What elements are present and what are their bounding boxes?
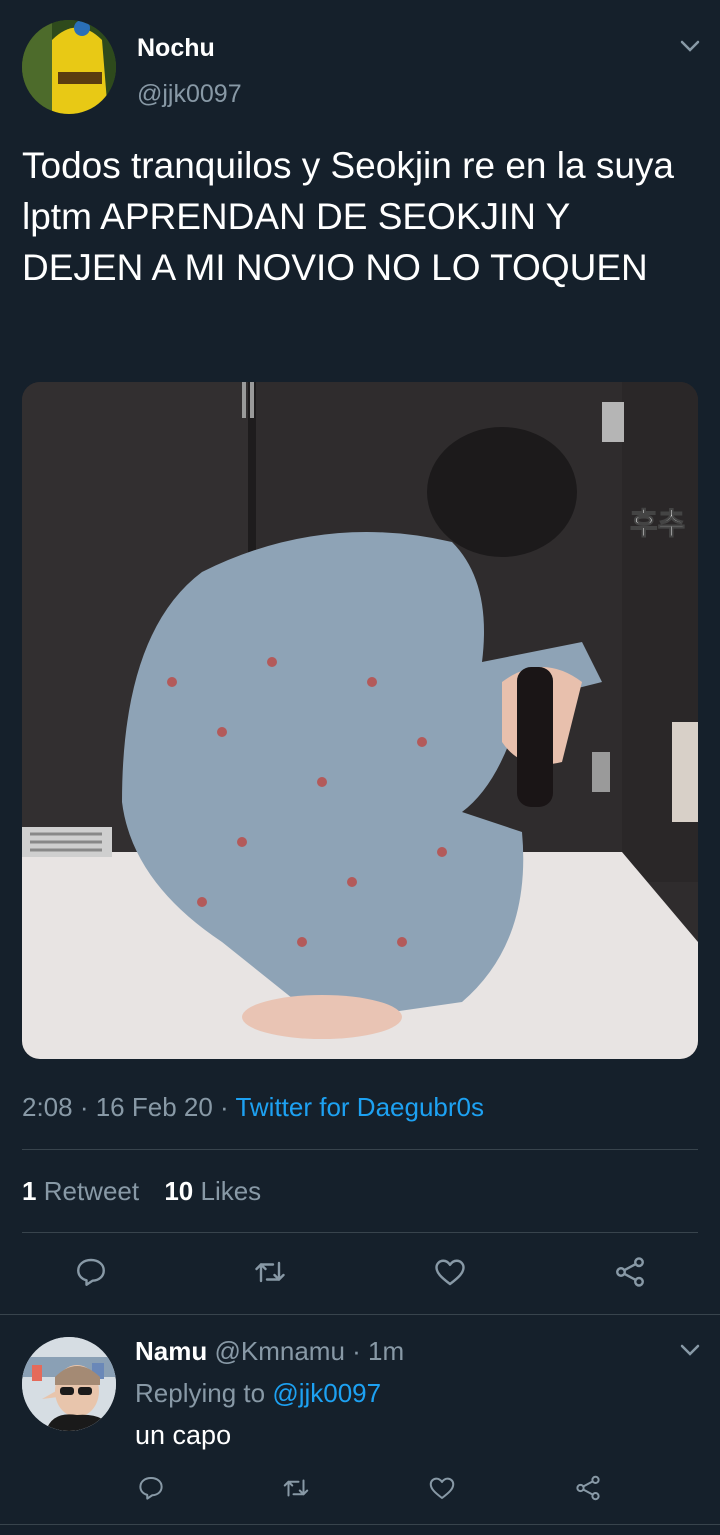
share-icon[interactable] bbox=[612, 1254, 648, 1290]
retweet-icon[interactable] bbox=[252, 1254, 288, 1290]
chevron-down-icon[interactable] bbox=[677, 1340, 703, 1360]
divider bbox=[0, 1314, 720, 1315]
tweet-media-image[interactable]: 후추 bbox=[22, 382, 698, 1059]
like-stat[interactable]: 10 Likes bbox=[164, 1176, 261, 1206]
author-avatar[interactable] bbox=[22, 20, 116, 114]
replying-to-handle[interactable]: @jjk0097 bbox=[272, 1378, 381, 1408]
retweet-label: Retweet bbox=[43, 1176, 140, 1206]
author-name[interactable]: Nochu bbox=[137, 34, 215, 63]
media-caption: 후추 bbox=[630, 507, 685, 542]
tweet-date: 16 Feb 20 bbox=[95, 1092, 213, 1122]
reply-author-name[interactable]: Namu bbox=[135, 1336, 207, 1366]
replying-prefix: Replying to bbox=[135, 1378, 266, 1408]
reply-text: un capo bbox=[135, 1420, 232, 1450]
share-icon[interactable] bbox=[573, 1473, 603, 1503]
tweet-time: 2:08 bbox=[22, 1092, 73, 1122]
reply-header: Namu @Kmnamu · 1m bbox=[135, 1336, 405, 1366]
reply-author-handle[interactable]: @Kmnamu bbox=[214, 1336, 344, 1366]
like-icon[interactable] bbox=[432, 1254, 468, 1290]
divider bbox=[0, 1524, 720, 1525]
reply-icon[interactable] bbox=[136, 1473, 166, 1503]
like-count: 10 bbox=[164, 1176, 194, 1206]
like-label: Likes bbox=[200, 1176, 262, 1206]
divider bbox=[22, 1232, 698, 1233]
author-handle[interactable]: @jjk0097 bbox=[137, 80, 242, 109]
reply-icon[interactable] bbox=[73, 1254, 109, 1290]
reply-age: 1m bbox=[368, 1336, 405, 1366]
tweet-text: Todos tranquilos y Seokjin re en la suya… bbox=[22, 145, 674, 288]
retweet-count: 1 bbox=[22, 1176, 37, 1206]
chevron-down-icon[interactable] bbox=[677, 36, 703, 56]
tweet-meta: 2:08 · 16 Feb 20 · Twitter for Daegubr0s bbox=[22, 1092, 485, 1122]
tweet-source[interactable]: Twitter for Daegubr0s bbox=[235, 1092, 484, 1122]
tweet-stats: 1 Retweet 10 Likes bbox=[22, 1176, 261, 1207]
replying-to: Replying to @jjk0097 bbox=[135, 1378, 381, 1409]
reply-author-avatar[interactable] bbox=[22, 1337, 116, 1431]
like-icon[interactable] bbox=[427, 1473, 457, 1503]
retweet-stat[interactable]: 1 Retweet bbox=[22, 1176, 139, 1206]
retweet-icon[interactable] bbox=[281, 1473, 311, 1503]
divider bbox=[22, 1149, 698, 1150]
